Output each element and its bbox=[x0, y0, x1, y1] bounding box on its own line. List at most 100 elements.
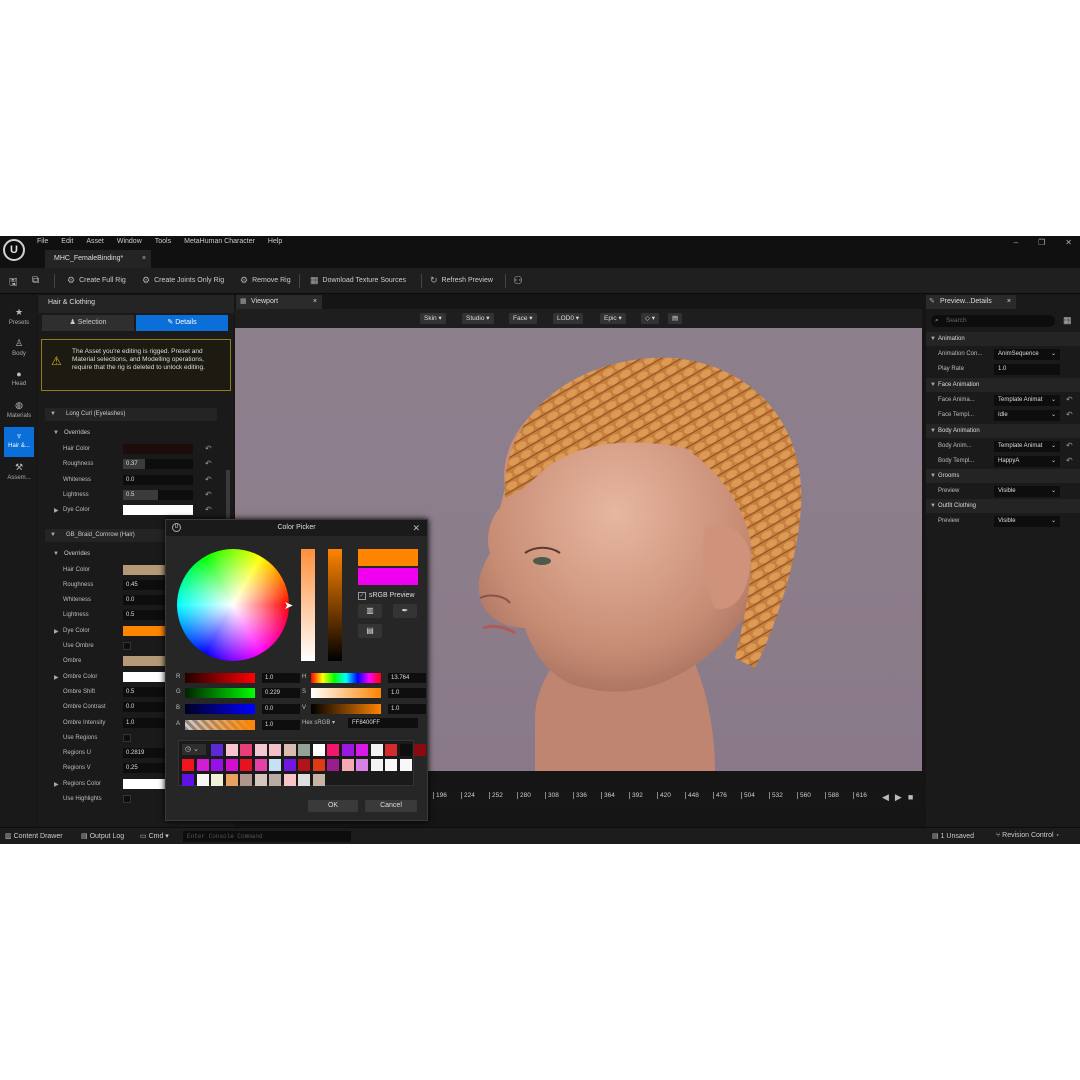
numeric-field[interactable]: 0.5 bbox=[123, 489, 193, 500]
viewport-option-6[interactable]: ▤ bbox=[668, 313, 683, 324]
palette-swatch[interactable] bbox=[370, 759, 383, 771]
menu-item-file[interactable]: File bbox=[37, 238, 48, 245]
close-window-button[interactable]: ✕ bbox=[1065, 238, 1072, 247]
viewport-tab[interactable]: ▦ Viewport × bbox=[236, 295, 322, 309]
details-search-input[interactable]: ⌕ Search bbox=[931, 315, 1055, 327]
face-animation-section[interactable]: ▼ Face Animation bbox=[926, 378, 1080, 392]
outfit-preview-dropdown[interactable]: Visible ⌄ bbox=[994, 516, 1060, 527]
palette-swatch[interactable] bbox=[283, 774, 296, 786]
green-slider[interactable] bbox=[185, 688, 255, 698]
grooms-section[interactable]: ▼ Grooms bbox=[926, 469, 1080, 483]
overrides-header[interactable]: ▼ Overrides bbox=[50, 427, 212, 440]
palette-swatch[interactable] bbox=[240, 774, 252, 786]
numeric-field[interactable]: 0.0 bbox=[123, 474, 193, 485]
remove-rig-button[interactable]: ⚙ Remove Rig bbox=[240, 275, 291, 286]
grooms-preview-dropdown[interactable]: Visible ⌄ bbox=[994, 486, 1060, 497]
nav-item-head[interactable]: ● Head bbox=[4, 365, 34, 395]
viewport-option-4[interactable]: Epic ▾ bbox=[600, 313, 626, 324]
srgb-preview-checkbox[interactable]: ✓ sRGB Preview bbox=[358, 592, 415, 600]
blue-value-field[interactable]: 0.0 bbox=[262, 704, 300, 714]
reset-icon[interactable]: ↶ bbox=[1066, 441, 1073, 450]
palette-swatch[interactable] bbox=[283, 744, 296, 756]
screen-sample-button[interactable]: ▤ bbox=[358, 624, 382, 638]
body-templ-dropdown[interactable]: HappyA ⌄ bbox=[994, 456, 1060, 467]
preview-details-tab[interactable]: ✎ Preview...Details × bbox=[926, 295, 1016, 309]
console-command-input[interactable]: Enter Console Command bbox=[183, 831, 351, 842]
palette-swatch[interactable] bbox=[225, 774, 238, 786]
palette-swatch[interactable] bbox=[312, 774, 325, 786]
palette-swatch[interactable] bbox=[240, 759, 252, 771]
reset-icon[interactable]: ↶ bbox=[1066, 410, 1073, 419]
value-value-field[interactable]: 1.0 bbox=[388, 704, 426, 714]
ok-button[interactable]: OK bbox=[308, 800, 358, 812]
close-viewport-icon[interactable]: × bbox=[313, 295, 317, 309]
palette-swatch[interactable] bbox=[298, 774, 310, 786]
content-drawer-button[interactable]: ▥ Content Drawer bbox=[5, 832, 63, 840]
viewport-option-2[interactable]: Face ▾ bbox=[509, 313, 537, 324]
nav-item-presets[interactable]: ★ Presets bbox=[4, 303, 34, 333]
reset-icon[interactable]: ↶ bbox=[205, 505, 212, 514]
play-rate-field[interactable]: 1.0 bbox=[994, 364, 1060, 375]
face-templ-dropdown[interactable]: Idle ⌄ bbox=[994, 410, 1060, 421]
cmd-dropdown[interactable]: ▭ Cmd ▾ bbox=[140, 832, 169, 840]
palette-swatch[interactable] bbox=[211, 759, 223, 771]
expand-arrow-icon[interactable]: ▶ bbox=[54, 507, 59, 514]
palette-swatch[interactable] bbox=[312, 759, 325, 771]
menu-item-edit[interactable]: Edit bbox=[61, 238, 73, 245]
menu-item-window[interactable]: Window bbox=[117, 238, 142, 245]
palette-swatch[interactable] bbox=[341, 744, 354, 756]
palette-swatch[interactable] bbox=[414, 744, 426, 756]
palette-swatch[interactable] bbox=[385, 744, 397, 756]
palette-swatch[interactable] bbox=[370, 744, 383, 756]
numeric-field[interactable]: 0.37 bbox=[123, 459, 193, 470]
green-value-field[interactable]: 0.229 bbox=[262, 688, 300, 698]
groom-section-header[interactable]: ▼ Long Curl (Eyelashes) bbox=[45, 408, 217, 421]
palette-swatch[interactable] bbox=[298, 759, 310, 771]
palette-swatch[interactable] bbox=[341, 759, 354, 771]
restore-button[interactable]: ❐ bbox=[1038, 238, 1045, 247]
document-tab[interactable]: MHC_FemaleBinding* × bbox=[45, 250, 151, 268]
color-themes-button[interactable]: ▥ bbox=[358, 604, 382, 618]
animation-con-dropdown[interactable]: AnimSequence ⌄ bbox=[994, 349, 1060, 360]
menu-item-metahuman-character[interactable]: MetaHuman Character bbox=[184, 238, 255, 245]
create-full-rig-button[interactable]: ⚙ Create Full Rig bbox=[67, 275, 126, 286]
palette-swatch[interactable] bbox=[385, 759, 397, 771]
expand-arrow-icon[interactable]: ▶ bbox=[54, 628, 59, 635]
alpha-slider[interactable] bbox=[185, 720, 255, 730]
reset-icon[interactable]: ↶ bbox=[1066, 456, 1073, 465]
play-button[interactable]: ▶ bbox=[895, 792, 902, 803]
blue-slider[interactable] bbox=[185, 704, 255, 714]
recent-colors-dropdown[interactable]: ◷ ⌄ bbox=[182, 744, 206, 755]
panel-scrollbar[interactable] bbox=[226, 470, 230, 520]
face-anim-dropdown[interactable]: Template Animat ⌄ bbox=[994, 395, 1060, 406]
palette-swatch[interactable] bbox=[399, 759, 412, 771]
reset-icon[interactable]: ↶ bbox=[205, 475, 212, 484]
palette-swatch[interactable] bbox=[240, 744, 252, 756]
create-joints-rig-button[interactable]: ⚙ Create Joints Only Rig bbox=[142, 275, 224, 286]
palette-swatch[interactable] bbox=[269, 774, 281, 786]
palette-swatch[interactable] bbox=[298, 744, 310, 756]
body-anim-dropdown[interactable]: Template Animat ⌄ bbox=[994, 441, 1060, 452]
palette-swatch[interactable] bbox=[312, 744, 325, 756]
palette-swatch[interactable] bbox=[356, 759, 368, 771]
cancel-button[interactable]: Cancel bbox=[365, 800, 417, 812]
palette-swatch[interactable] bbox=[327, 744, 339, 756]
refresh-preview-button[interactable]: ↻ Refresh Preview bbox=[430, 275, 493, 286]
palette-swatch[interactable] bbox=[269, 759, 281, 771]
animation-section[interactable]: ▼ Animation bbox=[926, 332, 1080, 346]
output-log-button[interactable]: ▤ Output Log bbox=[81, 832, 124, 840]
color-wheel[interactable] bbox=[177, 549, 289, 661]
palette-swatch[interactable] bbox=[225, 759, 238, 771]
palette-swatch[interactable] bbox=[182, 774, 194, 786]
hex-mode-dropdown[interactable]: Hex sRGB ▾ bbox=[302, 719, 335, 726]
reset-icon[interactable]: ↶ bbox=[1066, 395, 1073, 404]
palette-swatch[interactable] bbox=[182, 759, 194, 771]
reset-icon[interactable]: ↶ bbox=[205, 490, 212, 499]
expand-arrow-icon[interactable]: ▶ bbox=[54, 674, 59, 681]
alpha-value-field[interactable]: 1.0 bbox=[262, 720, 300, 730]
s-slider[interactable] bbox=[311, 688, 381, 698]
menu-item-asset[interactable]: Asset bbox=[86, 238, 104, 245]
palette-swatch[interactable] bbox=[356, 744, 368, 756]
red-value-field[interactable]: 1.0 bbox=[262, 673, 300, 683]
viewport-option-0[interactable]: Skin ▾ bbox=[420, 313, 446, 324]
